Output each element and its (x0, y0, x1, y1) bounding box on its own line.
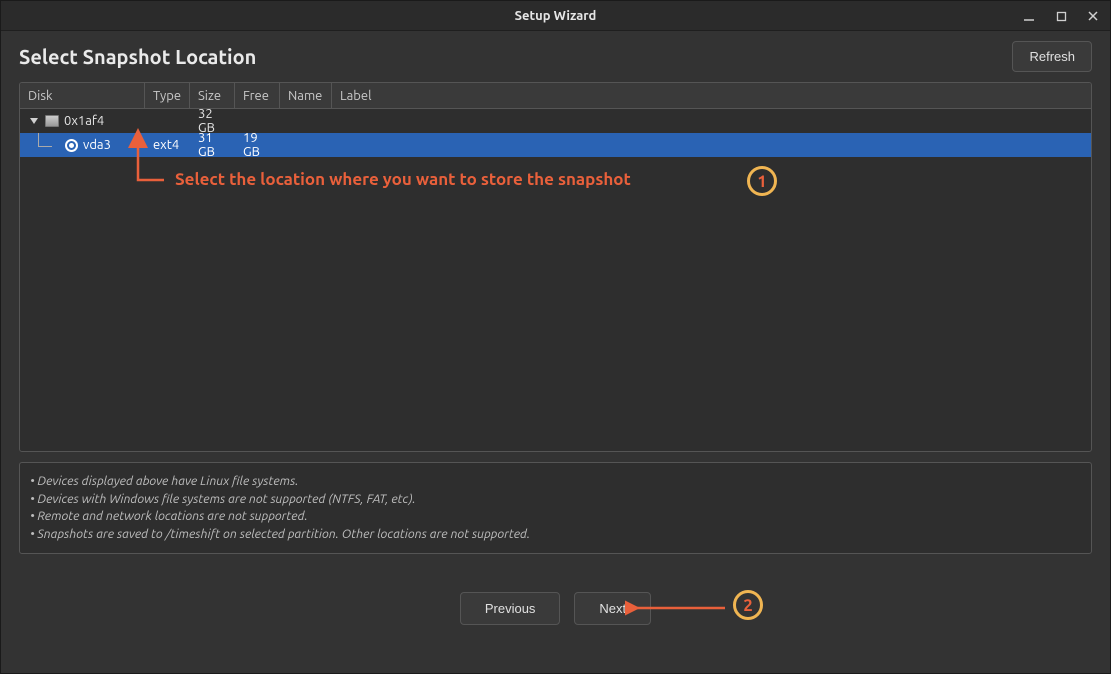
col-size[interactable]: Size (190, 83, 235, 108)
tree-branch-icon (32, 133, 56, 157)
note-line: • Devices displayed above have Linux fil… (30, 473, 1077, 491)
content-area: Select Snapshot Location Refresh Disk Ty… (1, 31, 1110, 673)
note-line: • Remote and network locations are not s… (30, 508, 1077, 526)
info-notes: • Devices displayed above have Linux fil… (19, 462, 1092, 554)
col-name[interactable]: Name (280, 83, 332, 108)
expand-toggle-icon[interactable] (28, 115, 40, 127)
note-line: • Devices with Windows file systems are … (30, 491, 1077, 509)
page-title: Select Snapshot Location (19, 45, 256, 68)
disk-name: 0x1af4 (64, 114, 104, 128)
titlebar: Setup Wizard (1, 1, 1110, 31)
minimize-button[interactable] (1020, 7, 1038, 25)
window-controls (1020, 1, 1102, 31)
col-disk[interactable]: Disk (20, 83, 145, 108)
footer-nav: Previous Next 2 (19, 592, 1092, 625)
disk-table: Disk Type Size Free Name Label 0x1af4 32… (19, 82, 1092, 452)
refresh-button[interactable]: Refresh (1012, 41, 1092, 72)
partition-name: vda3 (83, 138, 111, 152)
annotation-2-badge: 2 (733, 590, 763, 620)
col-type[interactable]: Type (145, 83, 190, 108)
disk-icon (45, 115, 59, 127)
cell-type: ext4 (145, 138, 190, 152)
partition-radio[interactable] (65, 139, 78, 152)
next-button[interactable]: Next (574, 592, 651, 625)
maximize-button[interactable] (1052, 7, 1070, 25)
cell-free: 19 GB (235, 131, 280, 159)
cell-size: 31 GB (190, 131, 235, 159)
table-row[interactable]: vda3 ext4 31 GB 19 GB (20, 133, 1091, 157)
col-free[interactable]: Free (235, 83, 280, 108)
col-label[interactable]: Label (332, 83, 1091, 108)
header-row: Select Snapshot Location Refresh (19, 41, 1092, 72)
note-line: • Snapshots are saved to /timeshift on s… (30, 526, 1077, 544)
table-row[interactable]: 0x1af4 32 GB (20, 109, 1091, 133)
previous-button[interactable]: Previous (460, 592, 561, 625)
window-title: Setup Wizard (515, 9, 597, 23)
annotation-1-badge: 1 (747, 166, 777, 196)
window: Setup Wizard Select Snapshot Location Re… (0, 0, 1111, 674)
close-button[interactable] (1084, 7, 1102, 25)
table-header: Disk Type Size Free Name Label (20, 83, 1091, 109)
annotation-1-text: Select the location where you want to st… (175, 170, 631, 189)
